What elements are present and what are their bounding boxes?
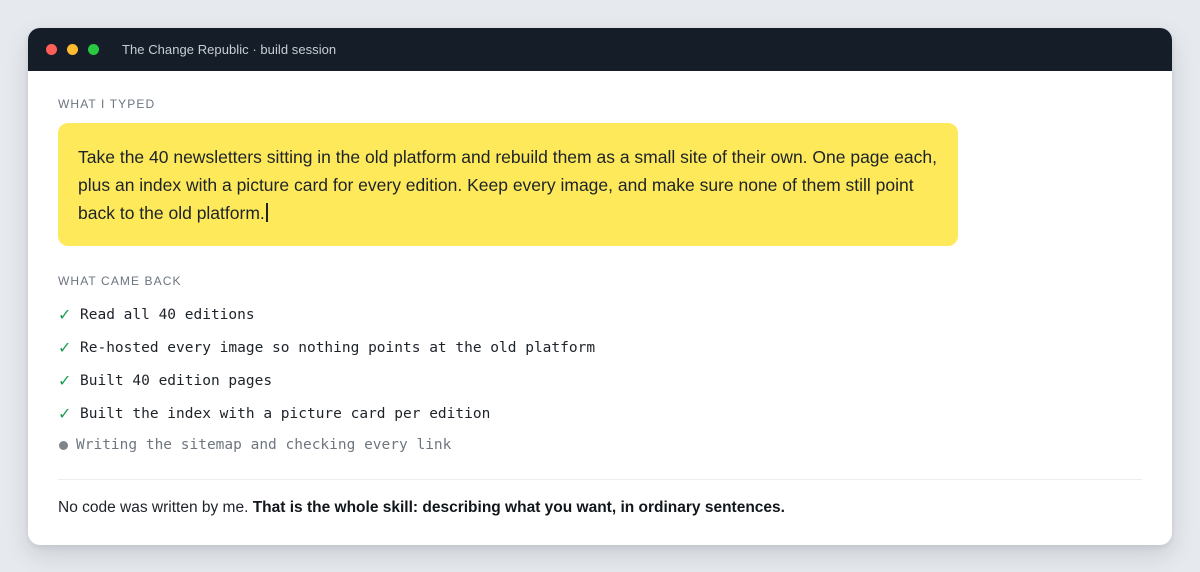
in-progress-dot-icon: [59, 440, 68, 450]
result-step: ✓ Built the index with a picture card pe…: [58, 397, 1142, 430]
result-step-text: Writing the sitemap and checking every l…: [76, 437, 452, 453]
typed-section-label: WHAT I TYPED: [58, 97, 156, 111]
footer-note: No code was written by me. That is the w…: [58, 499, 1142, 517]
footer-bold-text: That is the whole skill: describing what…: [252, 499, 785, 516]
title-bar: The Change Republic · build session: [28, 28, 1172, 71]
result-step: ✓ Re-hosted every image so nothing point…: [58, 331, 1142, 364]
result-step: ✓ Read all 40 editions: [58, 298, 1142, 331]
footer-plain-text: No code was written by me.: [58, 499, 253, 516]
checkmark-icon: ✓: [58, 371, 72, 390]
checkmark-icon: ✓: [58, 404, 72, 423]
result-step: ✓ Built 40 edition pages: [58, 364, 1142, 397]
prompt-text: Take the 40 newsletters sitting in the o…: [78, 147, 937, 223]
divider: [58, 479, 1142, 480]
session-window: The Change Republic · build session WHAT…: [28, 28, 1172, 545]
result-step-text: Re-hosted every image so nothing points …: [80, 339, 596, 356]
result-step-text: Built the index with a picture card per …: [80, 405, 491, 422]
result-step-text: Built 40 edition pages: [80, 372, 273, 389]
results-list: ✓ Read all 40 editions ✓ Re-hosted every…: [58, 298, 1142, 460]
maximize-window-button[interactable]: [88, 44, 99, 55]
prompt-input-box[interactable]: Take the 40 newsletters sitting in the o…: [58, 123, 958, 246]
result-step-pending: Writing the sitemap and checking every l…: [58, 430, 1142, 460]
result-step-text: Read all 40 editions: [80, 306, 255, 323]
checkmark-icon: ✓: [58, 338, 72, 357]
session-content: WHAT I TYPED Take the 40 newsletters sit…: [28, 71, 1172, 517]
minimize-window-button[interactable]: [67, 44, 78, 55]
text-caret: [265, 203, 268, 222]
close-window-button[interactable]: [46, 44, 57, 55]
window-title: The Change Republic · build session: [122, 42, 337, 57]
checkmark-icon: ✓: [58, 305, 72, 324]
results-section-label: WHAT CAME BACK: [58, 274, 182, 288]
